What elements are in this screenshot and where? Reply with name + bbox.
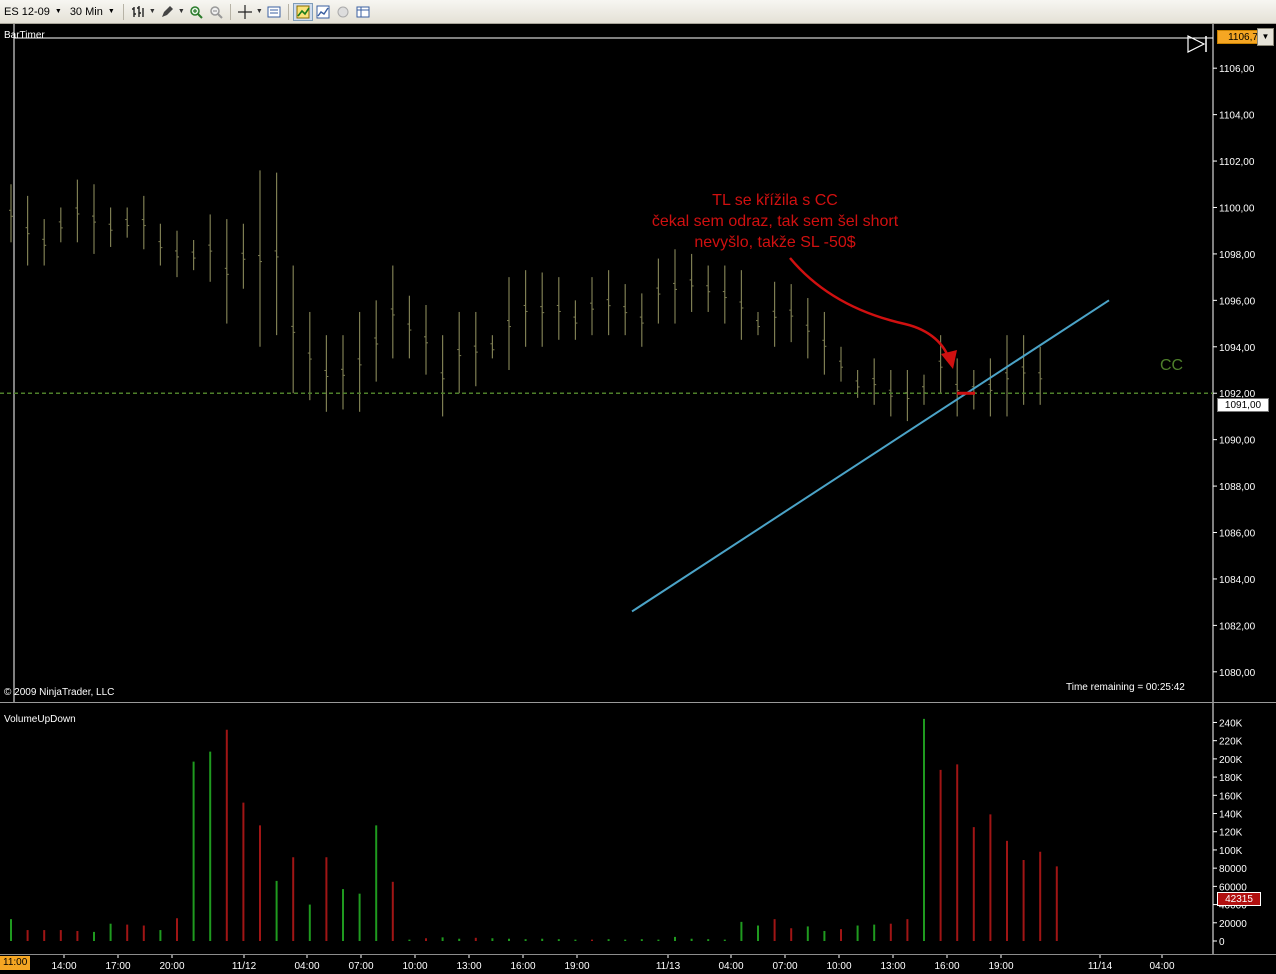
time-tick-label: 16:00 — [510, 961, 535, 972]
price-tick-label: 1098,00 — [1219, 250, 1256, 261]
interval-selector[interactable]: 30 Min ▼ — [66, 3, 119, 21]
cc-level-label: CC — [1160, 357, 1184, 374]
properties-icon[interactable] — [333, 3, 353, 21]
annotation-line: čekal sem odraz, tak sem šel short — [651, 213, 899, 230]
indicators-icon[interactable] — [292, 2, 313, 21]
current-volume-badge: 42315 — [1217, 892, 1261, 906]
price-tick-label: 1084,00 — [1219, 575, 1256, 586]
time-tick-label: 11/12 — [232, 961, 257, 972]
toolbar-divider — [122, 3, 124, 20]
volume-chart: 240K220K200K180K160K140K120K100K80000600… — [10, 703, 1247, 954]
time-tick-label: 04:00 — [294, 961, 319, 972]
copyright-text: © 2009 NinjaTrader, LLC — [4, 687, 115, 698]
time-tick-label: 13:00 — [880, 961, 905, 972]
annotation-arrow — [789, 257, 952, 363]
time-tick-label: 19:00 — [564, 961, 589, 972]
interval-label: 30 Min — [69, 5, 103, 18]
close-price-badge: 1091,00 — [1217, 398, 1269, 412]
strategies-icon[interactable] — [313, 3, 333, 21]
time-tick-label: 16:00 — [934, 961, 959, 972]
time-axis[interactable]: 14:00 17:00 20:00 11/12 04:00 07:00 10:00 13:00… — [0, 954, 1276, 974]
price-tick-label: 1096,00 — [1219, 296, 1256, 307]
chevron-down-icon: ▼ — [54, 8, 62, 15]
time-axis-labels: 14:00 17:00 20:00 11/12 04:00 07:00 10:00 13:00… — [51, 955, 1175, 972]
bar-style-icon[interactable] — [128, 3, 148, 21]
chart-toolbar: ES 12-09 ▼ 30 Min ▼ ▼ ▼ ▼ — [0, 0, 1276, 24]
trade-annotation: TL se křížila s CC čekal sem odraz, tak … — [600, 190, 950, 253]
time-tick-label: 20:00 — [159, 961, 184, 972]
price-chart-panel[interactable]: 1106,00 1104,00 1102,00 1100,00 1098,00 1096,… — [0, 24, 1276, 702]
price-tick-label: 1090,00 — [1219, 436, 1256, 447]
price-tick-label: 1088,00 — [1219, 482, 1256, 493]
price-tick-label: 1106,00 — [1219, 64, 1255, 75]
volume-tick-label: 100K — [1219, 846, 1243, 857]
instrument-label: ES 12-09 — [4, 5, 50, 18]
data-series-icon[interactable] — [353, 3, 373, 21]
price-tick-label: 1086,00 — [1219, 529, 1256, 540]
volume-tick-label: 0 — [1219, 937, 1225, 948]
price-tick-label: 1094,00 — [1219, 343, 1256, 354]
time-axis-start-badge: 11:00 — [0, 956, 31, 970]
bartimer-indicator-label: BarTimer — [4, 30, 45, 41]
volume-tick-label: 180K — [1219, 773, 1243, 784]
price-tick-label: 1102,00 — [1219, 157, 1255, 168]
trendline — [631, 299, 1110, 613]
time-tick-label: 10:00 — [402, 961, 427, 972]
chevron-down-icon[interactable]: ▼ — [255, 3, 264, 21]
price-tick-label: 1082,00 — [1219, 621, 1256, 632]
volume-tick-label: 120K — [1219, 828, 1243, 839]
price-tick-label: 1100,00 — [1219, 203, 1255, 214]
time-tick-label: 04:00 — [1149, 961, 1174, 972]
time-tick-label: 13:00 — [456, 961, 481, 972]
annotation-line: TL se křížila s CC — [712, 192, 838, 209]
time-tick-label: 11/13 — [656, 961, 681, 972]
chevron-down-icon[interactable]: ▼ — [177, 3, 186, 21]
drawing-tool-pencil-icon[interactable] — [157, 3, 177, 21]
zoom-in-icon[interactable] — [186, 3, 206, 21]
volume-tick-label: 20000 — [1219, 919, 1247, 930]
scale-menu-button[interactable]: ▼ — [1257, 28, 1274, 46]
time-tick-label: 17:00 — [105, 961, 130, 972]
annotation-line: nevyšlo, takže SL -50$ — [694, 234, 856, 251]
toolbar-divider — [229, 3, 231, 20]
zoom-out-icon[interactable] — [206, 3, 226, 21]
time-tick-label: 14:00 — [51, 961, 76, 972]
annotation-arrowhead — [941, 350, 957, 369]
volume-tick-label: 160K — [1219, 791, 1243, 802]
toolbar-divider — [287, 3, 289, 20]
volume-chart-panel[interactable]: 240K 220K 200K 180K 160K 140K 120K 100K 80000 600… — [0, 703, 1276, 954]
volume-tick-label: 140K — [1219, 810, 1243, 821]
price-tick-label: 1080,00 — [1219, 668, 1256, 679]
time-remaining-text: Time remaining = 00:25:42 — [1066, 682, 1185, 693]
crosshair-icon[interactable] — [235, 3, 255, 21]
volume-tick-label: 240K — [1219, 718, 1243, 729]
time-tick-label: 10:00 — [826, 961, 851, 972]
time-tick-label: 19:00 — [988, 961, 1013, 972]
volume-indicator-label: VolumeUpDown — [4, 714, 76, 725]
chevron-down-icon: ▼ — [107, 8, 115, 15]
volume-tick-label: 200K — [1219, 755, 1243, 766]
volume-tick-label: 80000 — [1219, 864, 1247, 875]
price-chart: 1106,00 1104,00 1102,00 1100,00 1098,00 1096,… — [0, 24, 1256, 702]
chevron-down-icon[interactable]: ▼ — [148, 3, 157, 21]
time-tick-label: 04:00 — [718, 961, 743, 972]
time-tick-label: 11/14 — [1088, 961, 1113, 972]
data-box-icon[interactable] — [264, 3, 284, 21]
time-tick-label: 07:00 — [772, 961, 797, 972]
volume-tick-label: 220K — [1219, 737, 1243, 748]
instrument-selector[interactable]: ES 12-09 ▼ — [0, 3, 66, 21]
time-tick-label: 07:00 — [348, 961, 373, 972]
price-tick-label: 1104,00 — [1219, 111, 1255, 122]
